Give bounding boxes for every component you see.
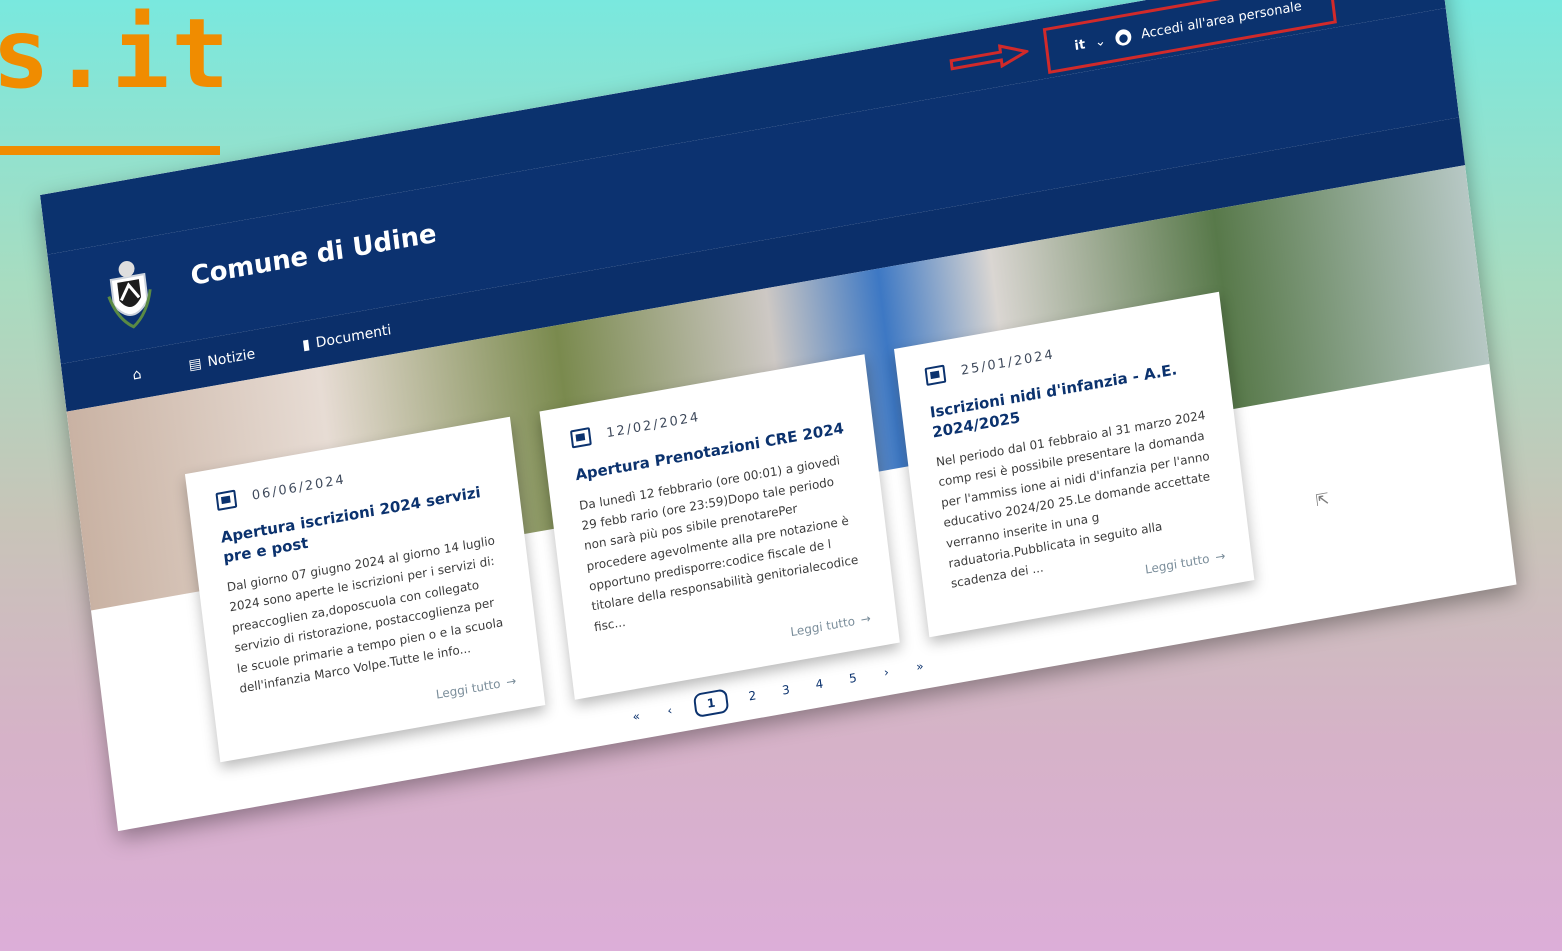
card-date: 12/02/2024 [605,409,701,441]
nav-notizie-label: Notizie [206,346,257,371]
card-date: 25/01/2024 [960,346,1056,379]
page-button-3[interactable]: 3 [776,681,795,698]
first-page-button[interactable]: « [627,708,646,725]
nav-documenti[interactable]: ▮ Documenti [301,322,392,354]
card-date: 06/06/2024 [251,471,347,504]
nav-notizie[interactable]: ▤ Notizie [188,346,256,374]
page-button-4[interactable]: 4 [810,676,829,693]
language-selector[interactable]: it [1074,37,1086,54]
coat-of-arms-logo[interactable] [100,253,159,339]
newspaper-icon: ▤ [187,355,203,374]
arrow-right-icon: → [505,673,518,690]
read-more-label: Leggi tutto [789,614,856,640]
news-card-2[interactable]: 12/02/2024 Apertura Prenotazioni CRE 202… [539,354,900,700]
arrow-right-icon: → [1214,548,1227,565]
document-icon: ▮ [301,336,311,354]
arrow-right-icon: → [859,611,872,627]
brand-underline [0,146,220,155]
home-icon: ⌂ [131,366,143,384]
read-more-label: Leggi tutto [435,676,502,702]
newspaper-icon [569,427,592,449]
page-button-5[interactable]: 5 [843,670,862,687]
read-more-link[interactable]: Leggi tutto → [435,674,517,702]
next-page-button[interactable]: › [877,664,896,681]
nav-home[interactable]: ⌂ [132,366,143,383]
newspaper-icon [215,489,238,511]
news-card-3[interactable]: 25/01/2024 Iscrizioni nidi d'infanzia - … [894,291,1255,638]
page-button-1[interactable]: 1 [692,688,730,719]
news-card-1[interactable]: 06/06/2024 Apertura iscrizioni 2024 serv… [184,416,546,763]
website-screenshot: it ⌄ ● Accedi all'area personale Comune … [40,0,1517,832]
read-more-link[interactable]: Leggi tutto → [790,611,872,639]
prev-page-button[interactable]: ‹ [660,702,679,719]
page-button-2[interactable]: 2 [743,687,762,704]
chevron-down-icon[interactable]: ⌄ [1094,33,1107,50]
mouse-cursor-icon: ⇱ [1314,488,1331,511]
nav-documenti-label: Documenti [314,322,393,352]
user-icon[interactable]: ● [1114,28,1133,47]
last-page-button[interactable]: » [910,658,929,675]
login-link[interactable]: Accedi all'area personale [1140,0,1302,42]
newspaper-icon [924,364,947,386]
red-arrow-annotation-icon [949,44,1030,71]
brand-fragment: s.it [0,0,232,110]
